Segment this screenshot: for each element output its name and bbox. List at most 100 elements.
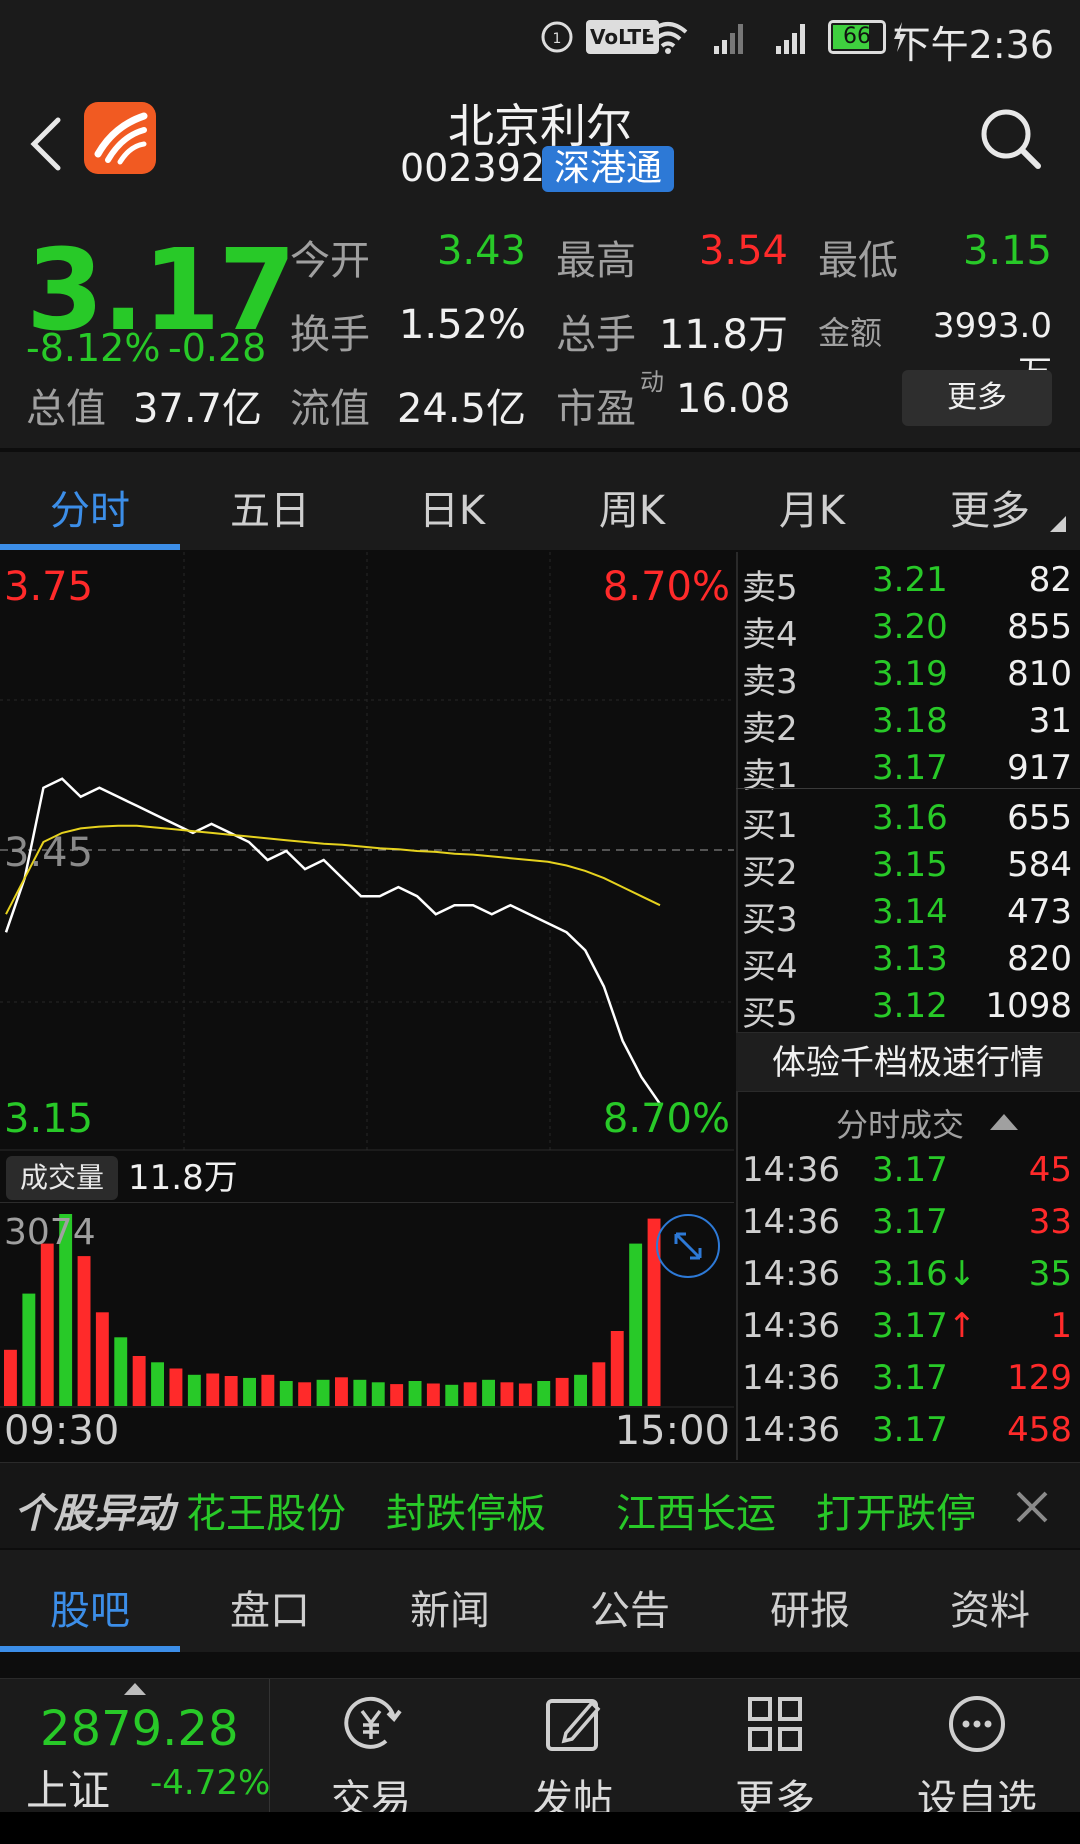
tab-intraday[interactable]: 分时 <box>0 478 180 536</box>
tick-volume: 458 <box>1007 1410 1072 1450</box>
tick-row: 14:36 3.17 129 <box>736 1358 1080 1410</box>
volume-bar <box>4 1349 17 1406</box>
tick-price-value: 3.17 <box>872 1150 948 1190</box>
tick-price-value: 3.17 <box>872 1306 948 1346</box>
content-gap <box>0 1652 1080 1676</box>
mktcap-label: 总值 <box>26 386 106 432</box>
index-caret-up-icon <box>124 1683 146 1695</box>
volume-bar <box>169 1368 183 1406</box>
volume-bar <box>261 1374 275 1406</box>
bid-price: 3.15 <box>872 845 948 885</box>
x-label-start: 09:30 <box>4 1408 120 1454</box>
volume-bar <box>445 1384 459 1406</box>
tick-price: 3.17 <box>872 1202 948 1242</box>
ask-row[interactable]: 卖2 3.18 31 <box>736 701 1080 749</box>
index-widget[interactable]: 2879.28 上证 -4.72% <box>0 1679 271 1815</box>
nav-add-watchlist[interactable]: 设自选 <box>892 1689 1062 1825</box>
bid-row[interactable]: 买4 3.13 820 <box>736 939 1080 987</box>
bid-price: 3.12 <box>872 986 948 1026</box>
bid-row[interactable]: 买3 3.14 473 <box>736 892 1080 940</box>
index-change: -4.72% <box>150 1763 271 1803</box>
tab-profile[interactable]: 资料 <box>900 1578 1080 1636</box>
tick-time: 14:36 <box>742 1202 840 1242</box>
mktcap-value: 37.7亿 <box>132 386 262 432</box>
tick-time: 14:36 <box>742 1150 840 1190</box>
tick-row: 14:36 3.16↓ 35 <box>736 1254 1080 1306</box>
tab-forum[interactable]: 股吧 <box>0 1578 180 1636</box>
amount-label: 金额 <box>818 314 883 352</box>
search-icon[interactable] <box>978 106 1044 172</box>
volume-bar <box>335 1377 348 1406</box>
alert-event-2[interactable]: 打开跌停 <box>816 1481 976 1539</box>
high-label: 最高 <box>556 238 636 284</box>
index-value: 2879.28 <box>40 1701 239 1757</box>
chart-tabs: 分时 五日 日K 周K 月K 更多 <box>0 450 1080 550</box>
info-tabs: 股吧 盘口 新闻 公告 研报 资料 <box>0 1550 1080 1652</box>
close-icon[interactable] <box>1014 1489 1050 1525</box>
volume-bar <box>243 1377 256 1406</box>
wifi-icon <box>648 22 688 54</box>
expand-chart-icon[interactable] <box>656 1214 720 1278</box>
ask-price: 3.18 <box>872 701 948 741</box>
connect-badge[interactable]: 深港通 <box>542 146 675 192</box>
y-top-price: 3.75 <box>4 564 94 610</box>
tab-five-day[interactable]: 五日 <box>180 478 360 536</box>
turnover-value: 1.52% <box>398 302 526 348</box>
bid-level: 买3 <box>742 900 798 940</box>
tick-volume: 33 <box>1028 1202 1072 1242</box>
bid-price: 3.14 <box>872 892 948 932</box>
ask-bid-divider <box>736 788 1080 789</box>
change-value: -0.28 <box>168 326 267 370</box>
x-label-end: 15:00 <box>614 1408 730 1454</box>
signal-2-icon <box>776 24 805 54</box>
more-quote-button[interactable]: 更多 <box>902 370 1052 426</box>
tab-daily-k[interactable]: 日K <box>362 478 542 536</box>
ask-price: 3.19 <box>872 654 948 694</box>
float-label: 流值 <box>290 386 370 432</box>
yen-exchange-icon <box>344 1696 402 1749</box>
bid-volume: 584 <box>1007 845 1072 885</box>
tick-row: 14:36 3.17 45 <box>736 1150 1080 1202</box>
level-promo-button[interactable]: 体验千档极速行情 <box>736 1032 1080 1092</box>
volume-bar <box>426 1383 440 1406</box>
nav-post[interactable]: 发帖 <box>488 1689 658 1825</box>
intraday-chart[interactable]: 3.75 8.70% 3.45 3.15 8.70% 成交量 11.8万 307… <box>0 552 734 1460</box>
alert-event-1[interactable]: 封跌停板 <box>386 1481 546 1539</box>
change-percent: -8.12% <box>26 326 161 370</box>
volume-bar <box>114 1337 128 1406</box>
bid-row[interactable]: 买2 3.15 584 <box>736 845 1080 893</box>
alert-stock-2[interactable]: 江西长运 <box>616 1481 776 1539</box>
ask-row[interactable]: 卖4 3.20 855 <box>736 607 1080 655</box>
pe-dynamic-mark: 动 <box>640 368 664 396</box>
tick-row: 14:36 3.17 33 <box>736 1202 1080 1254</box>
alert-stock-1[interactable]: 花王股份 <box>186 1481 346 1539</box>
volume-label-button[interactable]: 成交量 <box>6 1156 119 1200</box>
volume-bar <box>390 1384 404 1406</box>
tab-weekly-k[interactable]: 周K <box>542 478 722 536</box>
volume-bar <box>371 1382 385 1406</box>
nav-more[interactable]: 更多 <box>690 1689 860 1825</box>
tick-price: 3.16↓ <box>872 1254 976 1294</box>
bid-row[interactable]: 买5 3.12 1098 <box>736 986 1080 1034</box>
ask-row[interactable]: 卖5 3.21 82 <box>736 560 1080 608</box>
tab-monthly-k[interactable]: 月K <box>722 478 902 536</box>
volume-value: 11.8万 <box>658 312 788 358</box>
tab-news[interactable]: 新闻 <box>360 1578 540 1636</box>
tab-announcements[interactable]: 公告 <box>540 1578 720 1636</box>
bid-row[interactable]: 买1 3.16 655 <box>736 798 1080 846</box>
ask-volume: 82 <box>1028 560 1072 600</box>
tick-volume: 129 <box>1007 1358 1072 1398</box>
ticks-header[interactable]: 分时成交 <box>836 1100 964 1146</box>
volume-bar <box>463 1382 477 1406</box>
nav-trade[interactable]: 交易 <box>286 1689 456 1825</box>
ask-row[interactable]: 卖3 3.19 810 <box>736 654 1080 702</box>
tab-research[interactable]: 研报 <box>720 1578 900 1636</box>
volume-bar <box>22 1293 36 1406</box>
y-top-percent: 8.70% <box>602 564 730 610</box>
bid-volume: 655 <box>1007 798 1072 838</box>
ask-level: 卖1 <box>742 756 798 796</box>
tab-handicap[interactable]: 盘口 <box>180 1578 360 1636</box>
volume-bar <box>132 1356 146 1406</box>
volume-chart-svg <box>0 1214 734 1408</box>
y-bottom-percent: 8.70% <box>602 1096 730 1142</box>
